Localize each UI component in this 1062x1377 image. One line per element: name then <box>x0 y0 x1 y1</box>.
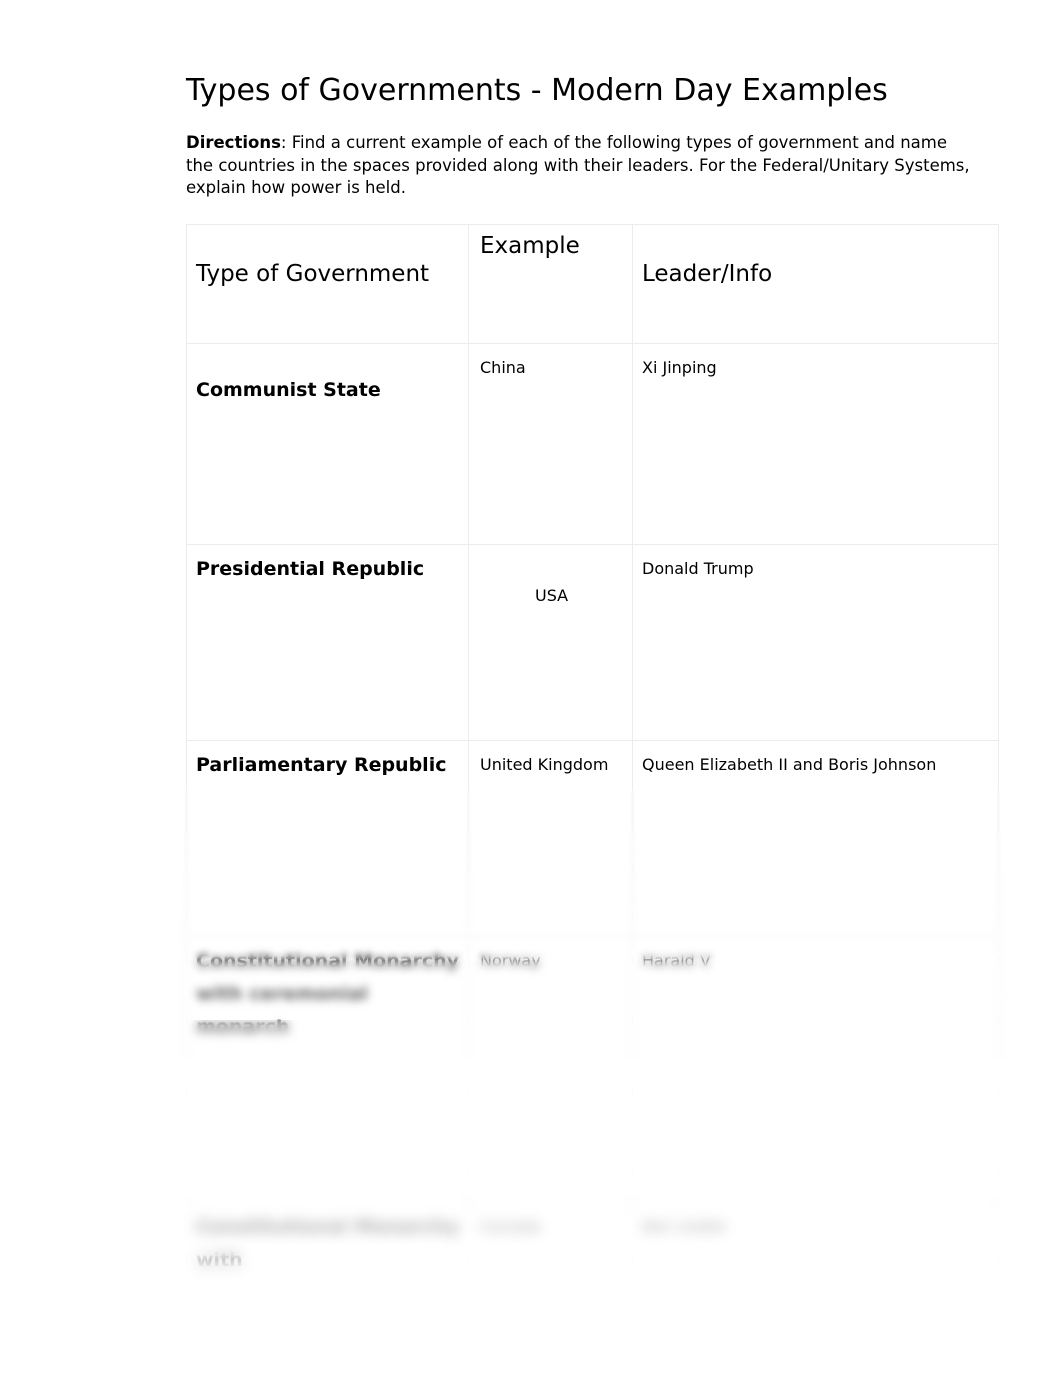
table-row: Communist State China Xi Jinping <box>186 342 999 545</box>
example-value: Norway <box>480 950 541 970</box>
government-type-label: Communist State <box>196 378 381 401</box>
directions-label: Directions <box>186 133 281 152</box>
column-header-type-of-government: Type of Government <box>196 260 430 287</box>
table-row: Parliamentary Republic United Kingdom Qu… <box>186 739 999 937</box>
example-value: USA <box>535 585 569 605</box>
cell-example[interactable]: China <box>468 342 633 545</box>
document-content: Types of Governments - Modern Day Exampl… <box>186 72 999 1282</box>
cell-leader[interactable]: Donald Trump <box>632 543 999 741</box>
cell-example[interactable]: Norway <box>468 935 633 1203</box>
cell-leader[interactable]: Queen Elizabeth II and Boris Johnson <box>632 739 999 937</box>
leader-value: Queen Elizabeth II and Boris Johnson <box>642 754 937 774</box>
cell-government-type: Constitutional Monarchy with <box>186 1201 469 1282</box>
example-value: China <box>480 357 526 377</box>
cell-government-type: Parliamentary Republic <box>186 739 469 937</box>
cell-leader[interactable]: Harald V <box>632 935 999 1203</box>
example-value: United Kingdom <box>480 754 609 774</box>
directions-paragraph: Directions: Find a current example of ea… <box>186 132 976 200</box>
table-header-row: Type of Government Example Leader/Info <box>186 223 999 344</box>
table-row: Constitutional Monarchy with Canada Not … <box>186 1201 999 1282</box>
cell-leader[interactable]: Xi Jinping <box>632 342 999 545</box>
example-value: Canada <box>480 1216 541 1236</box>
leader-value: Xi Jinping <box>642 357 717 377</box>
column-header-leader-info: Leader/Info <box>642 260 773 287</box>
government-type-label: Parliamentary Republic <box>196 753 447 776</box>
cell-government-type: Presidential Republic <box>186 543 469 741</box>
header-cell-leader: Leader/Info <box>632 223 999 344</box>
header-cell-example: Example <box>468 223 633 344</box>
government-type-label: Presidential Republic <box>196 557 425 580</box>
cell-leader[interactable]: Not visible <box>632 1201 999 1282</box>
column-header-example: Example <box>480 232 580 259</box>
cell-government-type: Constitutional Monarchy with ceremonial … <box>186 935 469 1203</box>
directions-text: : Find a current example of each of the … <box>186 133 970 197</box>
header-cell-type: Type of Government <box>186 223 469 344</box>
table-row: Constitutional Monarchy with ceremonial … <box>186 935 999 1203</box>
document-page: Types of Governments - Modern Day Exampl… <box>0 0 1062 1377</box>
leader-value: Donald Trump <box>642 558 754 578</box>
cell-example[interactable]: USA <box>468 543 633 741</box>
government-type-label: Constitutional Monarchy with <box>196 1215 460 1271</box>
government-type-label: Constitutional Monarchy with ceremonial … <box>196 949 460 1038</box>
table-row: Presidential Republic USA Donald Trump <box>186 543 999 741</box>
page-title: Types of Governments - Modern Day Exampl… <box>186 73 888 108</box>
cell-example[interactable]: United Kingdom <box>468 739 633 937</box>
cell-example[interactable]: Canada <box>468 1201 633 1282</box>
governments-table: Type of Government Example Leader/Info C… <box>186 223 999 1282</box>
leader-value: Not visible <box>642 1216 727 1236</box>
cell-government-type: Communist State <box>186 342 469 545</box>
leader-value: Harald V <box>642 950 711 970</box>
